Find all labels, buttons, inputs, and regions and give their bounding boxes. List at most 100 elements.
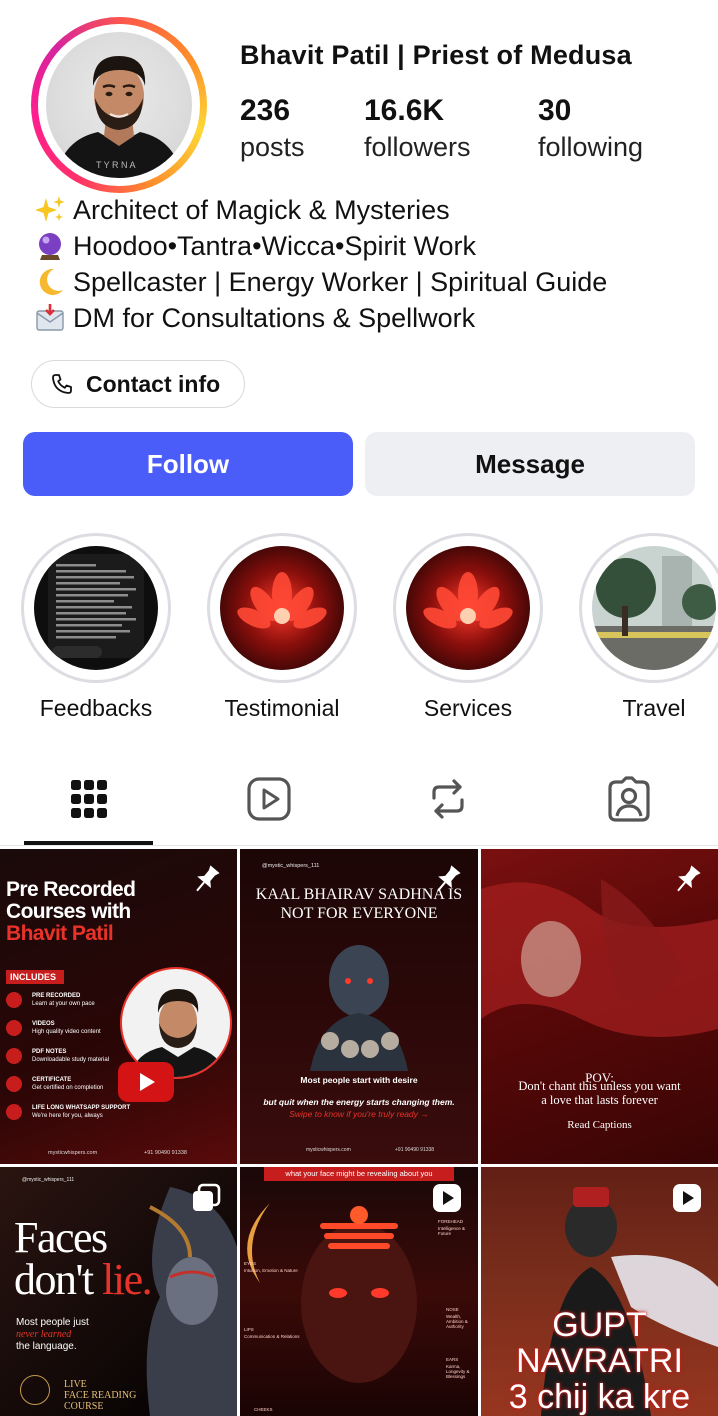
face-tag: Communication & Relations: [244, 1334, 300, 1339]
feature-title: PDF NOTES: [32, 1049, 67, 1055]
post-cta: Swipe to know if you're truly ready →: [289, 1109, 429, 1119]
post-sub-line: the language.: [16, 1341, 77, 1352]
following-label: following: [538, 132, 644, 162]
highlight-cover: [592, 546, 716, 670]
highlight-cover: [220, 546, 344, 670]
post-title-line: NAVRATRI: [516, 1342, 683, 1380]
post-title-line: GUPT: [552, 1306, 647, 1344]
grid-icon: [71, 780, 107, 818]
crescent-moon-icon: [32, 267, 68, 297]
post-tile[interactable]: @mystic_whispers_111 Faces don't lie. Mo…: [0, 1167, 237, 1416]
post-tile[interactable]: @mystic_whispers_111 KAAL BHAIRAV SADHNA…: [240, 849, 478, 1164]
post-title-line: Courses with: [6, 900, 131, 923]
posts-label: posts: [240, 132, 305, 162]
bio-line: Architect of Magick & Mysteries: [32, 192, 607, 228]
tab-tagged[interactable]: [599, 774, 659, 824]
highlight-cover: [34, 546, 158, 670]
contact-info-button[interactable]: Contact info: [31, 360, 245, 408]
feature-item: PRE RECORDED Learn at your own pace: [6, 992, 136, 1008]
highlight-cover: [406, 546, 530, 670]
highlight-label: Travel: [622, 695, 686, 721]
tab-reposts[interactable]: [418, 774, 478, 824]
post-tile[interactable]: POV: Don't chant this unless you want a …: [481, 849, 718, 1164]
message-button[interactable]: Message: [365, 432, 695, 496]
reel-icon: [433, 1184, 461, 1212]
following-count: 30: [538, 94, 572, 127]
followers-label: followers: [364, 132, 471, 162]
post-line: but quit when the energy starts changing…: [263, 1097, 455, 1107]
feature-sub: Get certified on completion: [32, 1085, 104, 1091]
document-icon: [6, 1048, 22, 1064]
badge-line: LIVE: [64, 1379, 87, 1390]
highlight-feedbacks[interactable]: Feedbacks: [21, 533, 171, 722]
profile-avatar-story-ring[interactable]: T Y R N A: [31, 17, 207, 193]
posts-grid: Pre Recorded Courses with Bhavit Patil I…: [0, 849, 718, 1416]
post-line: Most people start with desire: [300, 1075, 418, 1085]
bio-line: Hoodoo•Tantra•Wicca•Spirit Work: [32, 228, 607, 264]
feature-item: VIDEOS High quality video content: [6, 1020, 136, 1036]
reel-icon: [673, 1184, 701, 1212]
post-tile[interactable]: what your face might be revealing about …: [240, 1167, 478, 1416]
post-sub-line: Most people just: [16, 1317, 89, 1328]
feature-title: PRE RECORDED: [32, 993, 81, 999]
whatsapp-icon: [6, 1104, 22, 1120]
crystal-ball-icon: [32, 231, 68, 261]
sparkles-icon: [32, 195, 68, 225]
feature-item: PDF NOTES Downloadable study material: [6, 1048, 136, 1064]
bio-text: Spellcaster | Energy Worker | Spiritual …: [73, 267, 608, 297]
post-handle: @mystic_whispers_111: [262, 863, 320, 869]
face-tag: Karma, Longevity & Blessings: [446, 1364, 470, 1379]
bio-text: DM for Consultations & Spellwork: [73, 303, 476, 333]
highlight-label: Feedbacks: [39, 695, 153, 721]
post-artwork: [310, 945, 408, 1071]
post-footer-site: mysticwhispers.com: [48, 1150, 98, 1156]
highlight-ring: [579, 533, 718, 683]
tab-posts[interactable]: [59, 774, 119, 824]
face-tag: Wealth, Ambition & Authority: [446, 1314, 468, 1329]
highlight-services[interactable]: Services: [393, 533, 543, 722]
feature-item: LIFE LONG WHATSAPP SUPPORT We're here for…: [6, 1104, 136, 1120]
feature-sub: Learn at your own pace: [32, 1001, 95, 1007]
post-caption-hint: Read Captions: [567, 1119, 632, 1131]
highlight-ring: [21, 533, 171, 683]
post-title-line: don't: [14, 1255, 94, 1304]
post-artwork: [247, 1203, 417, 1383]
feature-list: PRE RECORDED Learn at your own pace VIDEO…: [6, 992, 136, 1120]
face-tag: LIPS: [244, 1327, 254, 1332]
tab-reels[interactable]: [239, 774, 299, 824]
follow-button[interactable]: Follow: [23, 432, 353, 496]
feature-sub: Downloadable study material: [32, 1057, 110, 1063]
post-title-accent: Bhavit Patil: [6, 922, 114, 945]
highlight-travel[interactable]: Travel: [579, 533, 718, 722]
stat-followers[interactable]: 16.6K followers: [364, 94, 471, 163]
tagged-icon: [608, 776, 650, 822]
certificate-icon: [6, 1076, 22, 1092]
reels-icon: [247, 777, 291, 821]
pinned-icon: [677, 865, 701, 892]
post-tile[interactable]: GUPT NAVRATRI 3 chij ka kre: [481, 1167, 718, 1416]
highlight-label: Services: [423, 695, 513, 721]
badge-line: FACE READING: [64, 1390, 137, 1401]
feature-title: VIDEOS: [32, 1021, 55, 1027]
bio-text: Architect of Magick & Mysteries: [73, 195, 450, 225]
stat-posts[interactable]: 236 posts: [240, 94, 305, 163]
play-icon: [6, 1020, 22, 1036]
pinned-icon: [437, 865, 461, 892]
highlight-ring: [207, 533, 357, 683]
bio-line: DM for Consultations & Spellwork: [32, 300, 607, 336]
profile-name: Bhavit Patil | Priest of Medusa: [240, 40, 632, 70]
feature-sub: We're here for you, always: [32, 1113, 103, 1119]
highlight-testimonial[interactable]: Testimonial: [207, 533, 357, 722]
post-footer-phone: +91 90490 91338: [144, 1150, 187, 1156]
avatar[interactable]: T Y R N A: [46, 32, 192, 178]
stat-following[interactable]: 30 following: [538, 94, 643, 163]
includes-badge: INCLUDES: [6, 970, 64, 984]
highlight-label: Testimonial: [224, 695, 340, 721]
post-banner-text: what your face might be revealing about …: [285, 1169, 433, 1178]
post-title-line: Pre Recorded: [6, 878, 136, 901]
feature-title: LIFE LONG WHATSAPP SUPPORT: [32, 1105, 131, 1111]
face-tag: Intuition, Emotion & Nature: [244, 1268, 298, 1273]
youtube-play-icon: [118, 1062, 174, 1102]
carousel-icon: [193, 1183, 221, 1211]
post-tile[interactable]: Pre Recorded Courses with Bhavit Patil I…: [0, 849, 237, 1164]
